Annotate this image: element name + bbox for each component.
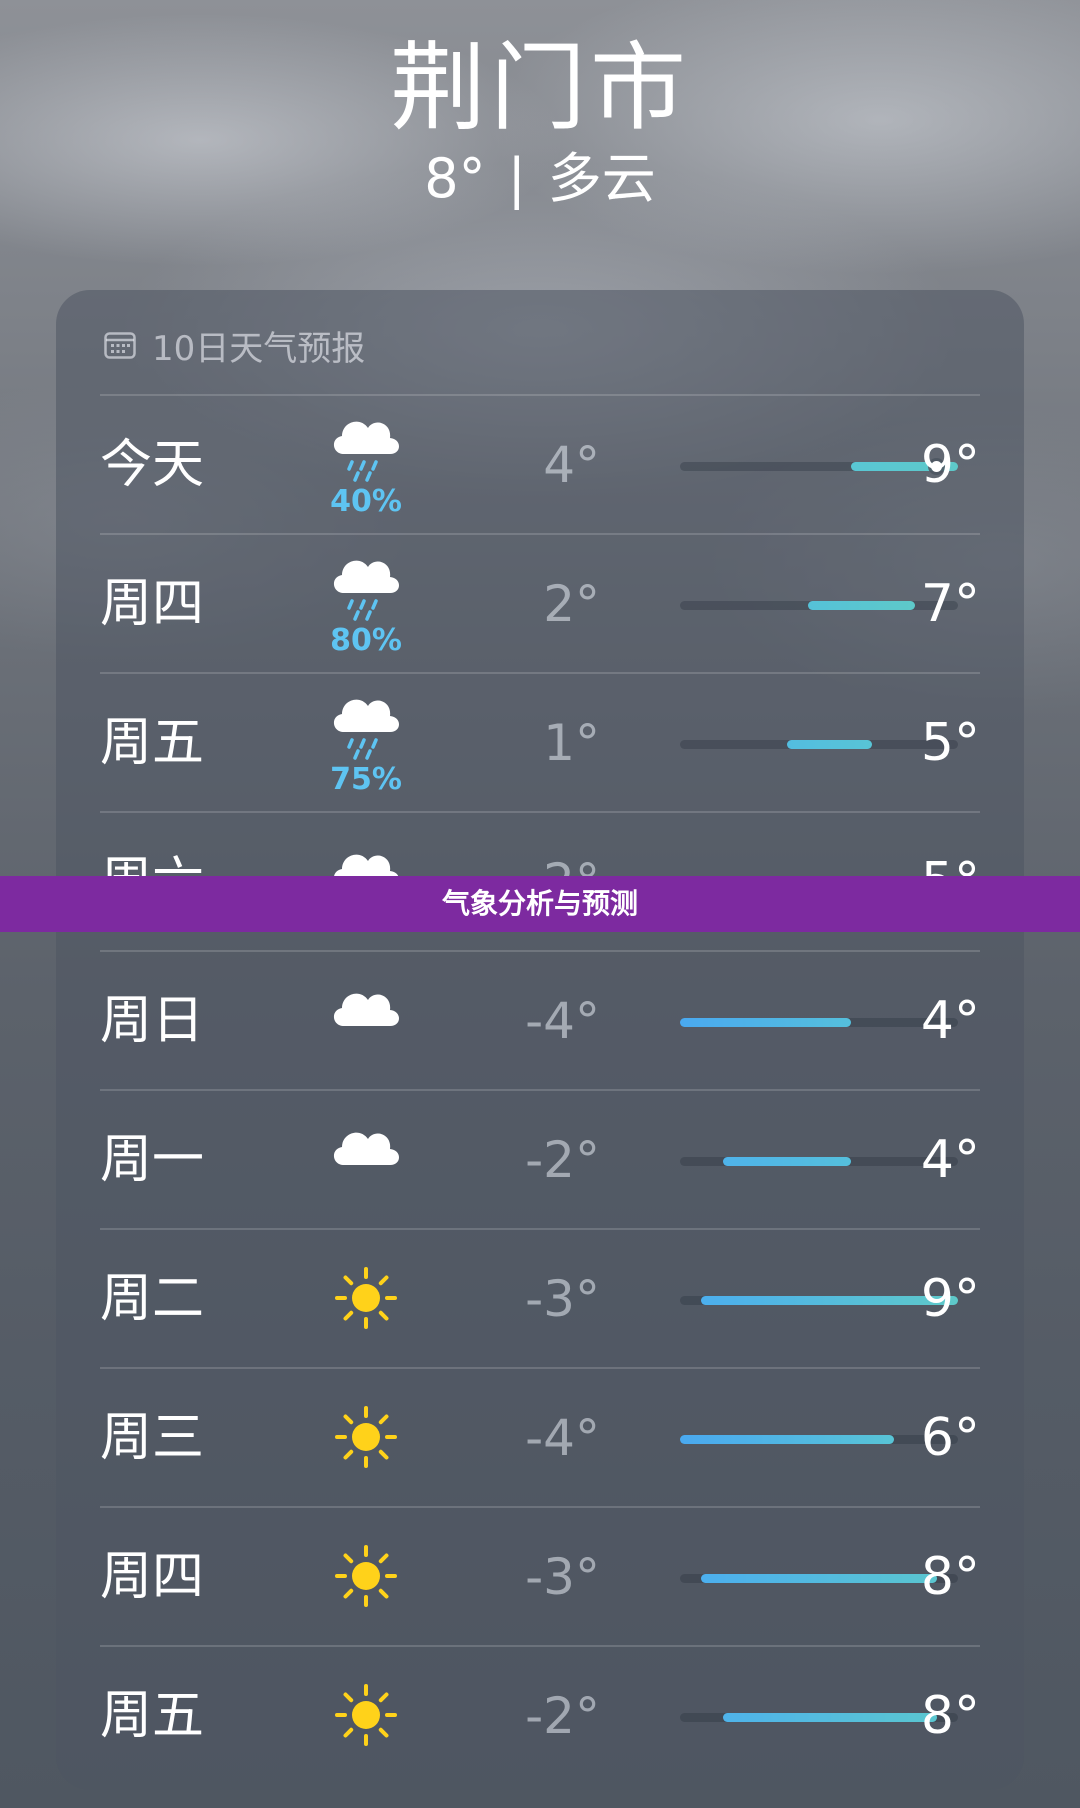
forecast-row[interactable]: 周五 75% 1° 5° (100, 672, 980, 811)
forecast-day-label: 今天 (100, 435, 205, 495)
forecast-row[interactable]: 周日 -4° 4° (100, 950, 980, 1089)
location-header: 荆门市 8° | 多云 (0, 28, 1080, 214)
high-temperature: 5° (920, 713, 980, 773)
forecast-day-label: 周二 (100, 1269, 205, 1329)
forecast-row[interactable]: 周一 -2° 4° (100, 1089, 980, 1228)
low-temperature: -2° (525, 1687, 600, 1745)
temperature-range-bar (722, 1157, 852, 1166)
forecast-card-title: 10日天气预报 (152, 328, 366, 369)
high-temperature: 9° (920, 1269, 980, 1329)
forecast-day-label: 周三 (100, 1408, 205, 1468)
forecast-row[interactable]: 周四 80% 2° 7° (100, 533, 980, 672)
current-summary: 8° | 多云 (0, 144, 1080, 214)
temperature-range-bar (680, 1435, 894, 1444)
forecast-day-label: 周五 (100, 1686, 205, 1746)
low-temperature: -2° (525, 1131, 600, 1189)
banner-caption: 气象分析与预测 (0, 876, 1080, 932)
cloud-rain-icon (326, 410, 406, 486)
cloud-icon (326, 982, 406, 1058)
forecast-card-header: 10日天气预报 (104, 320, 365, 370)
forecast-list: 今天40%4°9°周四80%2°7°周五75%1°5°周六-2°5°周日-4°4… (100, 394, 980, 1784)
temperature-range-bar (786, 740, 873, 749)
low-temperature: -4° (525, 992, 600, 1050)
calendar-icon (104, 332, 136, 359)
sun-icon (326, 1677, 406, 1753)
high-temperature: 8° (920, 1686, 980, 1746)
forecast-row[interactable]: 周五 -2° 8° (100, 1645, 980, 1784)
high-temperature: 8° (920, 1547, 980, 1607)
ten-day-forecast-card[interactable]: 10日天气预报 今天40%4°9°周四80%2°7°周五75%1°5°周六-2°… (56, 290, 1024, 1790)
cloud-icon (326, 1121, 406, 1197)
low-temperature: 2° (543, 575, 600, 633)
current-condition: 多云 (547, 147, 656, 210)
low-temperature: 1° (543, 714, 600, 772)
forecast-day-label: 周五 (100, 713, 205, 773)
forecast-day-label: 周日 (100, 991, 205, 1051)
sun-icon (326, 1260, 406, 1336)
low-temperature: -4° (525, 1409, 600, 1467)
forecast-day-label: 周四 (100, 1547, 205, 1607)
current-temperature: 8° (424, 147, 486, 210)
precipitation-chance: 80% (330, 623, 402, 658)
forecast-row[interactable]: 今天 40% 4° 9° (100, 394, 980, 533)
high-temperature: 9° (920, 435, 980, 495)
summary-separator: | (507, 147, 526, 210)
low-temperature: -3° (525, 1548, 600, 1606)
sun-icon (326, 1538, 406, 1614)
city-name: 荆门市 (390, 32, 690, 144)
high-temperature: 4° (920, 991, 980, 1051)
high-temperature: 4° (920, 1130, 980, 1190)
low-temperature: 4° (543, 436, 600, 494)
low-temperature: -3° (525, 1270, 600, 1328)
forecast-row[interactable]: 周二 -3° 9° (100, 1228, 980, 1367)
sun-icon (326, 1399, 406, 1475)
high-temperature: 7° (920, 574, 980, 634)
cloud-rain-icon (326, 549, 406, 625)
forecast-day-label: 周一 (100, 1130, 205, 1190)
forecast-day-label: 周四 (100, 574, 205, 634)
high-temperature: 6° (920, 1408, 980, 1468)
precipitation-chance: 40% (330, 484, 402, 519)
forecast-row[interactable]: 周三 -4° 6° (100, 1367, 980, 1506)
temperature-range-bar (680, 1018, 852, 1027)
forecast-row[interactable]: 周四 -3° 8° (100, 1506, 980, 1645)
cloud-rain-icon (326, 688, 406, 764)
precipitation-chance: 75% (330, 762, 402, 797)
